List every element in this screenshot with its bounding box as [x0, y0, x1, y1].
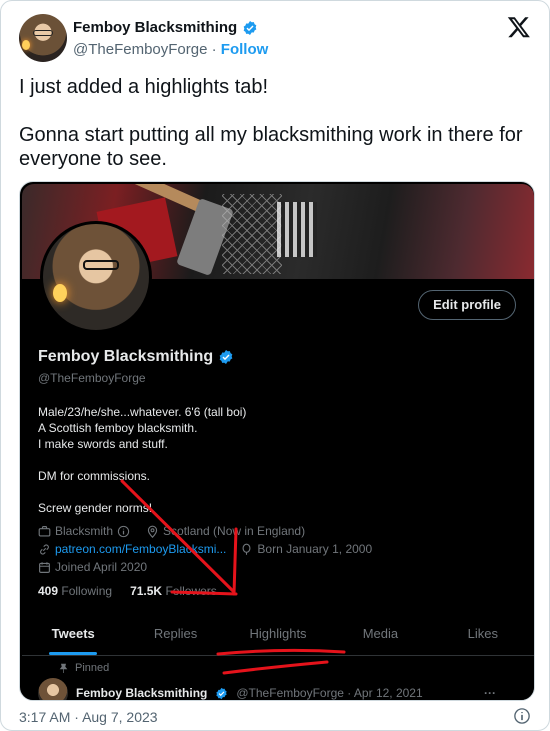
profile-location: Scotland (Now in England) [163, 524, 306, 538]
profile-link: patreon.com/FemboyBlacksmi... [55, 542, 227, 556]
tweet-text: I just added a highlights tab! Gonna sta… [19, 76, 523, 170]
following-count: 409 [38, 584, 59, 598]
annotation-underline-2 [222, 660, 329, 675]
annotation-arrow-head-right [232, 527, 238, 596]
tab-highlights: Highlights [249, 626, 307, 641]
info-circle-icon [117, 525, 130, 537]
profile-avatar-flame [53, 284, 67, 302]
profile-verified-badge-icon [219, 350, 233, 364]
following-stat: 409 Following [38, 584, 112, 598]
location-pin-icon [147, 525, 158, 538]
profile-handle: @TheFemboyForge [38, 371, 146, 385]
link-icon [40, 543, 49, 555]
info-icon[interactable] [513, 707, 531, 725]
post-author-name: Femboy Blacksmithing [76, 686, 208, 700]
author-handle-row: @TheFemboyForge · Follow [73, 41, 268, 58]
profile-avatar [40, 221, 152, 333]
profile-category: Blacksmith [55, 524, 114, 538]
profile-birthday: Born January 1, 2000 [257, 542, 373, 556]
x-logo-icon[interactable] [507, 15, 531, 39]
balloon-icon [242, 543, 251, 555]
pinned-post-header: Femboy Blacksmithing @TheFemboyForge · A… [38, 678, 496, 700]
pinned-label: Pinned [75, 662, 110, 674]
author-name-row: Femboy Blacksmithing [73, 19, 258, 36]
tab-media: Media [362, 626, 399, 641]
handle-separator: · [211, 41, 217, 58]
profile-screenshot: Edit profile Femboy Blacksmithing @TheFe… [22, 184, 534, 700]
tweet-card: Femboy Blacksmithing @TheFemboyForge · F… [0, 0, 550, 731]
profile-tabs: Tweets Replies Highlights Media Likes [22, 612, 534, 656]
author-avatar[interactable] [19, 14, 67, 62]
post-more-icon: ··· [484, 686, 496, 700]
profile-meta-row-2: patreon.com/FemboyBlacksmi... Born Janua… [38, 542, 372, 556]
pinned-label-row: Pinned [58, 662, 109, 674]
avatar-flame [22, 40, 30, 50]
followers-label: Followers [165, 584, 217, 598]
profile-name-row: Femboy Blacksmithing [38, 348, 234, 366]
follow-button[interactable]: Follow [221, 41, 269, 58]
profile-joined: Joined April 2020 [55, 560, 148, 574]
timestamp-separator: · [74, 709, 79, 725]
profile-follow-counts: 409 Following 71.5K Followers [38, 584, 217, 598]
banner-fishnet [222, 194, 282, 274]
tweet-time: 3:17 AM [19, 709, 71, 725]
profile-meta-row-3: Joined April 2020 [38, 560, 147, 574]
calendar-icon [39, 561, 50, 573]
tab-tweets: Tweets [22, 612, 124, 655]
profile-name: Femboy Blacksmithing [38, 348, 214, 365]
profile-bio: Male/23/he/she...whatever. 6'6 (tall boi… [38, 405, 247, 515]
banner-striped-socks [277, 202, 317, 257]
followers-count: 71.5K [130, 584, 163, 598]
author-handle[interactable]: @TheFemboyForge [73, 41, 207, 58]
post-meta: @TheFemboyForge · Apr 12, 2021 [236, 686, 423, 700]
profile-avatar-glasses [83, 260, 119, 270]
tab-likes: Likes [467, 626, 498, 641]
avatar-glasses [33, 30, 53, 36]
author-name[interactable]: Femboy Blacksmithing [73, 19, 237, 36]
briefcase-icon [38, 525, 51, 537]
tweet-timestamp[interactable]: 3:17 AM · Aug 7, 2023 [19, 709, 158, 725]
tweet-date: Aug 7, 2023 [82, 709, 158, 725]
verified-badge-icon [243, 20, 257, 35]
tab-replies: Replies [153, 626, 198, 641]
followers-stat: 71.5K Followers [130, 584, 217, 598]
following-label: Following [61, 584, 113, 598]
tweet-media-screenshot[interactable]: Edit profile Femboy Blacksmithing @TheFe… [19, 181, 535, 701]
edit-profile-button: Edit profile [418, 290, 516, 320]
pin-icon [59, 663, 68, 673]
profile-meta-row-1: Blacksmith Scotland (Now in England) [38, 524, 305, 538]
post-verified-badge-icon [216, 687, 228, 699]
post-avatar [38, 678, 68, 700]
